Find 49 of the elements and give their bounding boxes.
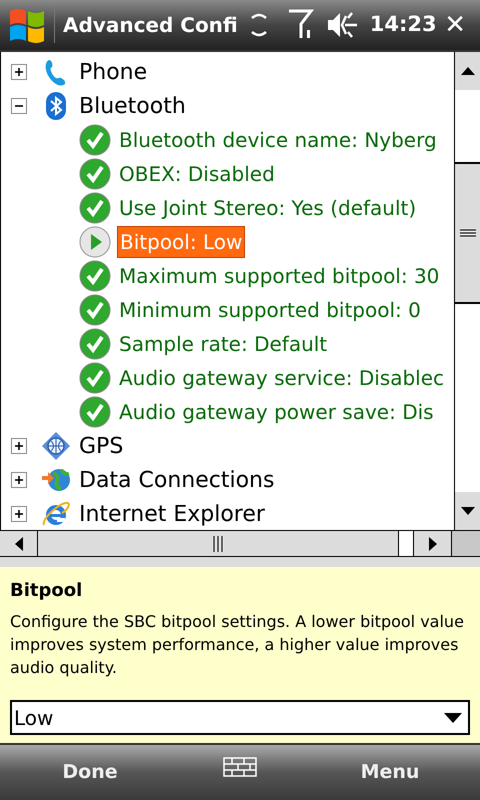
- vertical-scrollbar[interactable]: [454, 52, 480, 530]
- scroll-down-icon[interactable]: [460, 507, 474, 515]
- category-label[interactable]: Bluetooth: [79, 90, 186, 122]
- grip-icon[interactable]: [460, 229, 476, 237]
- dropdown-caret-icon: [444, 712, 462, 722]
- setting-item[interactable]: Bluetooth device name: Nyberg: [117, 125, 439, 155]
- check-icon: [79, 192, 111, 224]
- check-icon: [79, 260, 111, 292]
- expand-icon[interactable]: [11, 438, 27, 454]
- setting-item[interactable]: Minimum supported bitpool: 0: [117, 295, 423, 325]
- scroll-up-icon[interactable]: [460, 67, 474, 75]
- check-icon: [79, 124, 111, 156]
- collapse-icon[interactable]: [11, 98, 27, 114]
- scrollbar-corner: [452, 531, 480, 556]
- horizontal-scrollbar[interactable]: [0, 530, 480, 557]
- scroll-track[interactable]: [398, 531, 414, 556]
- details-description: Configure the SBC bitpool settings. A lower bitpool value improves system performance, a higher value improves audio quality.: [10, 611, 465, 679]
- check-icon: [79, 362, 111, 394]
- window-title: Advanced Confi: [63, 12, 238, 39]
- details-heading: Bitpool: [10, 579, 84, 603]
- clock-text[interactable]: 14:23: [370, 9, 437, 41]
- scroll-right-icon[interactable]: [428, 536, 436, 550]
- expand-icon[interactable]: [11, 64, 27, 80]
- expand-icon[interactable]: [11, 506, 27, 522]
- category-label[interactable]: Internet Explorer: [79, 498, 265, 530]
- setting-item[interactable]: Audio gateway power save: Dis: [117, 397, 436, 427]
- check-icon: [79, 294, 111, 326]
- expand-icon[interactable]: [11, 472, 27, 488]
- check-icon: [79, 396, 111, 428]
- check-icon: [79, 158, 111, 190]
- category-label[interactable]: Phone: [79, 56, 148, 88]
- scroll-left-icon[interactable]: [14, 536, 22, 550]
- close-button[interactable]: ✕: [444, 6, 466, 44]
- setting-item[interactable]: Use Joint Stereo: Yes (default): [117, 193, 418, 223]
- menu-softkey[interactable]: Menu: [300, 758, 480, 787]
- setting-item[interactable]: OBEX: Disabled: [117, 159, 277, 189]
- setting-item[interactable]: Maximum supported bitpool: 30: [117, 261, 442, 291]
- globe-icon: [41, 431, 71, 461]
- category-label[interactable]: Data Connections: [79, 464, 274, 496]
- speaker-volume-icon[interactable]: [326, 10, 360, 40]
- setting-item[interactable]: Audio gateway service: Disablec: [117, 363, 446, 393]
- play-icon: [79, 226, 111, 258]
- category-label[interactable]: GPS: [79, 430, 124, 462]
- check-icon: [79, 328, 111, 360]
- value-dropdown[interactable]: Low: [10, 700, 470, 735]
- keyboard-icon[interactable]: [223, 756, 257, 776]
- setting-item[interactable]: Sample rate: Default: [117, 329, 330, 359]
- done-softkey[interactable]: Done: [0, 758, 180, 787]
- grip-icon[interactable]: [213, 536, 223, 552]
